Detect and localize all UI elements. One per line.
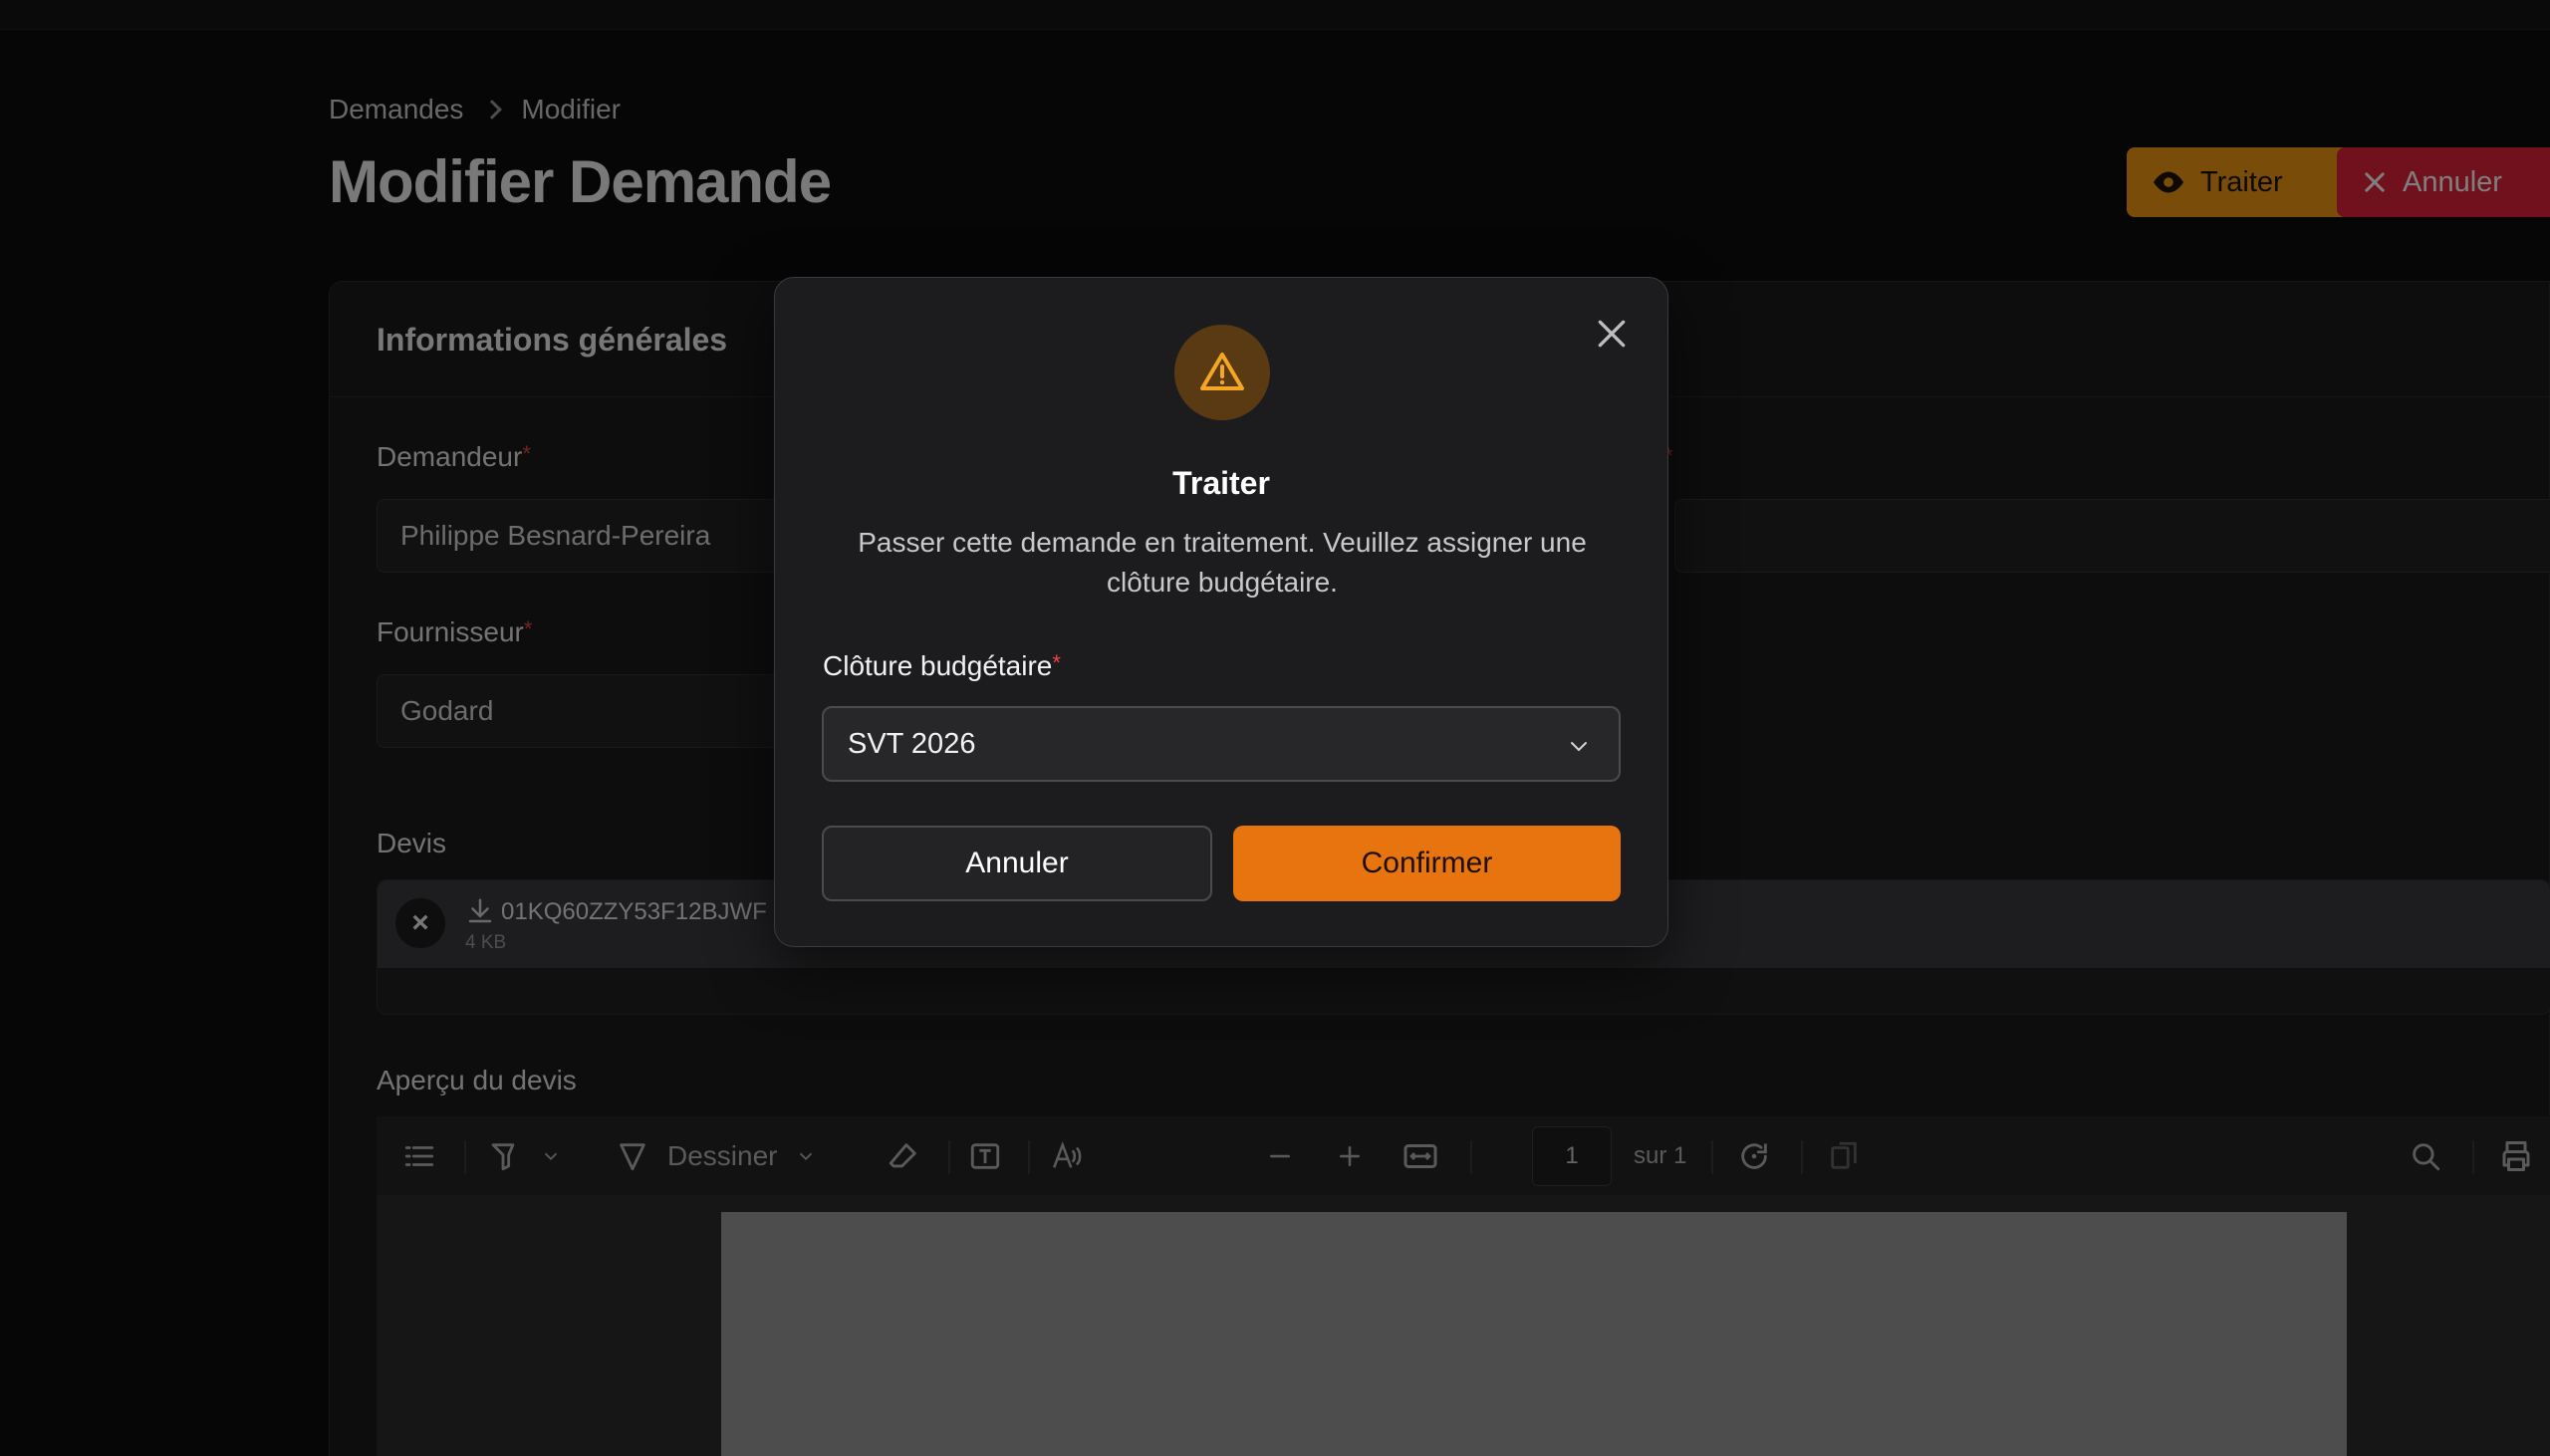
cloture-select[interactable]: SVT 2026 [822, 706, 1621, 782]
modal-title: Traiter [1172, 465, 1270, 501]
chevron-down-icon [1571, 742, 1587, 752]
modal-confirm-label: Confirmer [1361, 847, 1493, 879]
traiter-modal: Traiter Passer cette demande en traiteme… [774, 277, 1668, 947]
warning-badge [1174, 325, 1270, 420]
cloture-label-text: Clôture budgétaire [823, 650, 1053, 681]
modal-confirm-button[interactable]: Confirmer [1233, 826, 1621, 901]
cloture-label: Clôture budgétaire* [823, 650, 1061, 682]
modal-cancel-label: Annuler [965, 847, 1069, 879]
close-icon[interactable] [1592, 314, 1632, 354]
modal-cancel-button[interactable]: Annuler [822, 826, 1212, 901]
modal-description: Passer cette demande en traitement. Veui… [858, 527, 1587, 598]
cloture-select-value: SVT 2026 [848, 727, 976, 760]
required-mark: * [1052, 650, 1061, 675]
warning-icon [1200, 353, 1244, 390]
